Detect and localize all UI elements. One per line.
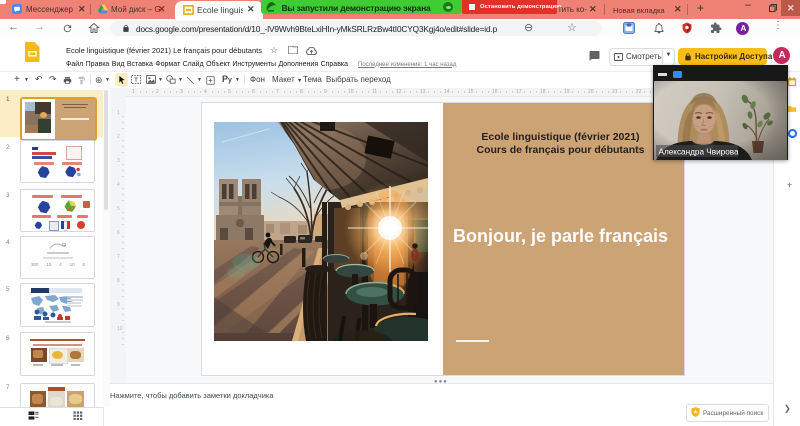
svg-text:Александра Чвирова: Александра Чвирова xyxy=(659,148,740,157)
